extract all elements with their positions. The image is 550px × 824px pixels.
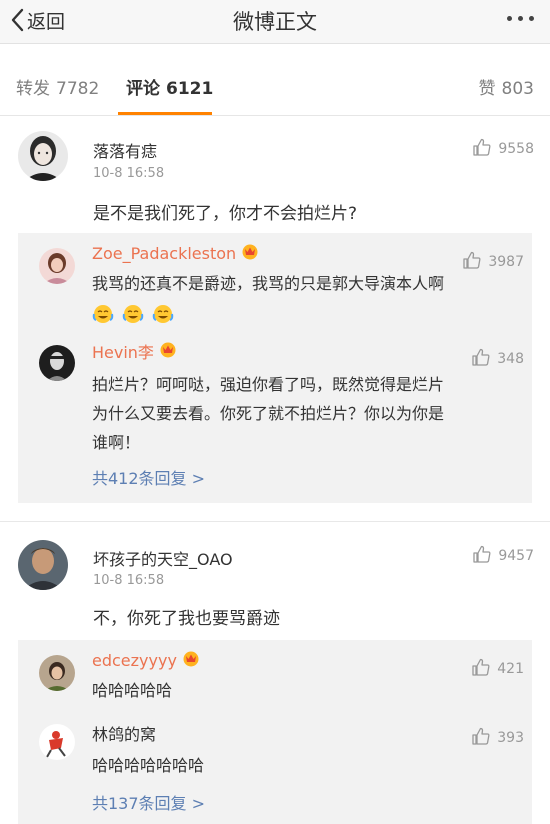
vip-crown-icon bbox=[240, 242, 260, 264]
like-button[interactable]: 348 bbox=[471, 347, 524, 371]
view-more-replies-link[interactable]: 共137条回复 > bbox=[92, 790, 205, 814]
page-title: 微博正文 bbox=[233, 10, 317, 34]
emoji-row bbox=[92, 303, 174, 329]
like-button[interactable]: 393 bbox=[471, 726, 524, 750]
reply-username-label: edcezyyyy bbox=[92, 650, 177, 670]
reply-text-line: 谁啊！ bbox=[92, 433, 141, 452]
reply-username[interactable]: 林鸽的窝 bbox=[92, 721, 156, 745]
avatar[interactable] bbox=[39, 655, 75, 691]
like-button[interactable]: 3987 bbox=[462, 250, 524, 274]
reply-username-label: 林鸽的窝 bbox=[92, 725, 157, 744]
avatar[interactable] bbox=[39, 724, 75, 760]
comment-time: 10-8 16:58 bbox=[93, 166, 165, 181]
thumbs-up-icon bbox=[471, 347, 491, 371]
reply-text: 哈哈哈哈哈 bbox=[92, 681, 173, 700]
reply-list: Zoe_Padackleston 3987 我骂的还真不是爵迹，我骂的只是郭大导… bbox=[18, 233, 532, 503]
avatar[interactable] bbox=[18, 540, 68, 590]
thumbs-up-icon bbox=[472, 137, 492, 161]
tab-comment-count: 6121 bbox=[166, 79, 214, 99]
comment-item: 落落有痣 10-8 16:58 9558 是不是我们死了，你才不会拍烂片? Zo… bbox=[0, 117, 550, 521]
avatar[interactable] bbox=[18, 131, 68, 181]
tab-comment[interactable]: 评论 6121 bbox=[126, 74, 213, 99]
like-count: 9457 bbox=[498, 548, 534, 564]
reply-text-line: 为什么又要去看。你死了就不拍烂片？你以为你是 bbox=[92, 404, 445, 423]
reply-username[interactable]: edcezyyyy bbox=[92, 649, 201, 671]
reply-list: edcezyyyy 421 哈哈哈哈哈 林鸽的窝 393 哈哈哈哈哈哈哈 共13… bbox=[18, 640, 532, 824]
like-count: 9558 bbox=[498, 141, 534, 157]
thumbs-up-icon bbox=[472, 544, 492, 568]
thumbs-up-icon bbox=[462, 250, 482, 274]
reply-username-label: Hevin李 bbox=[92, 343, 154, 362]
tab-repost[interactable]: 转发 7782 bbox=[16, 74, 99, 99]
reply-username[interactable]: Zoe_Padackleston bbox=[92, 242, 260, 264]
like-count: 421 bbox=[497, 661, 524, 677]
like-button[interactable]: 421 bbox=[471, 657, 524, 681]
reply-text-line: 拍烂片？呵呵哒，强迫你看了吗，既然觉得是烂片 bbox=[92, 375, 445, 394]
like-count: 393 bbox=[497, 730, 524, 746]
reply-username-label: Zoe_Padackleston bbox=[92, 243, 237, 263]
avatar[interactable] bbox=[39, 248, 75, 284]
tab-like-label: 赞 bbox=[478, 79, 496, 99]
thumbs-up-icon bbox=[471, 726, 491, 750]
tab-repost-count: 7782 bbox=[56, 79, 100, 99]
crying-laugh-icon bbox=[122, 303, 144, 329]
more-options-button[interactable] bbox=[507, 16, 534, 21]
tab-like[interactable]: 赞 803 bbox=[479, 74, 534, 99]
view-more-replies-link[interactable]: 共412条回复 > bbox=[92, 465, 205, 489]
comment-username[interactable]: 落落有痣 bbox=[93, 138, 157, 162]
tab-repost-label: 转发 bbox=[16, 79, 50, 99]
comment-item: 坏孩子的天空_OAO 10-8 16:58 9457 不，你死了我也要骂爵迹 e… bbox=[0, 522, 550, 824]
dot-icon bbox=[518, 16, 523, 21]
dot-icon bbox=[507, 16, 512, 21]
comment-time: 10-8 16:58 bbox=[93, 573, 165, 588]
thumbs-up-icon bbox=[471, 657, 491, 681]
like-count: 3987 bbox=[488, 254, 524, 270]
tab-comment-label: 评论 bbox=[126, 79, 160, 99]
like-button[interactable]: 9558 bbox=[472, 137, 534, 161]
reply-username[interactable]: Hevin李 bbox=[92, 339, 178, 363]
comment-username[interactable]: 坏孩子的天空_OAO bbox=[93, 546, 233, 570]
weibo-detail-page: 返回 微博正文 转发 7782 评论 6121 赞 803 落落有痣 10-8 … bbox=[0, 0, 550, 824]
reply-text: 我骂的还真不是爵迹，我骂的只是郭大导演本人啊 bbox=[92, 274, 445, 293]
avatar[interactable] bbox=[39, 345, 75, 381]
comment-text: 不，你死了我也要骂爵迹 bbox=[93, 609, 280, 629]
like-button[interactable]: 9457 bbox=[472, 544, 534, 568]
active-tab-indicator bbox=[118, 112, 212, 115]
dot-icon bbox=[529, 16, 534, 21]
like-count: 348 bbox=[497, 351, 524, 367]
tab-like-count: 803 bbox=[501, 79, 534, 99]
comment-text: 是不是我们死了，你才不会拍烂片? bbox=[93, 204, 358, 224]
crying-laugh-icon bbox=[152, 303, 174, 329]
nav-bar: 返回 微博正文 bbox=[0, 0, 550, 44]
tab-bar: 转发 7782 评论 6121 赞 803 bbox=[0, 54, 550, 116]
crying-laugh-icon bbox=[92, 303, 114, 329]
vip-crown-icon bbox=[181, 649, 201, 671]
reply-text: 哈哈哈哈哈哈哈 bbox=[92, 756, 205, 775]
vip-crown-icon bbox=[158, 340, 178, 362]
